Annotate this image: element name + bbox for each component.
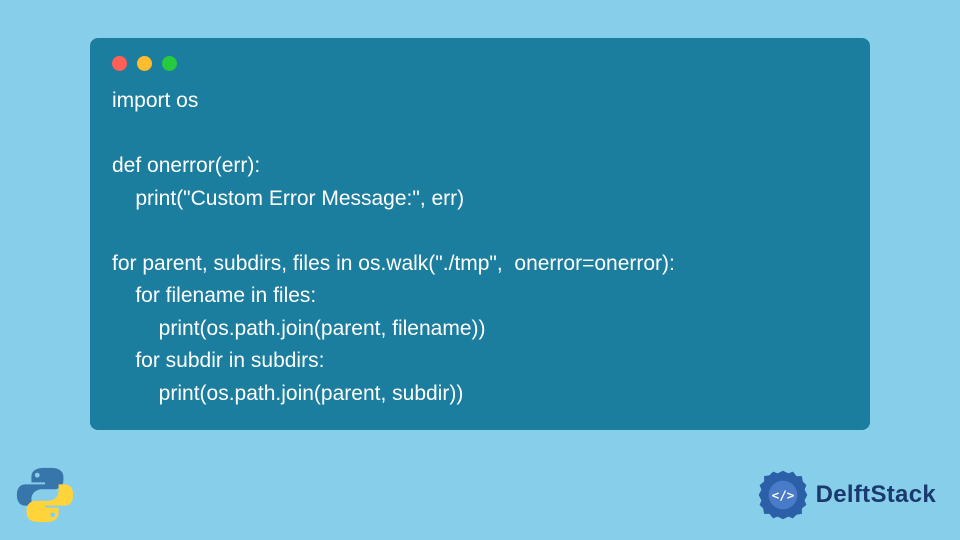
- delftstack-logo: </> DelftStack: [756, 468, 936, 522]
- maximize-icon: [162, 56, 177, 71]
- svg-text:</>: </>: [771, 488, 794, 503]
- code-block: import os def onerror(err): print("Custo…: [112, 85, 848, 410]
- close-icon: [112, 56, 127, 71]
- delftstack-gear-icon: </>: [756, 468, 810, 522]
- window-controls: [112, 56, 848, 71]
- brand-name: DelftStack: [816, 481, 936, 509]
- code-window: import os def onerror(err): print("Custo…: [90, 38, 870, 430]
- minimize-icon: [137, 56, 152, 71]
- python-logo-icon: [14, 464, 76, 526]
